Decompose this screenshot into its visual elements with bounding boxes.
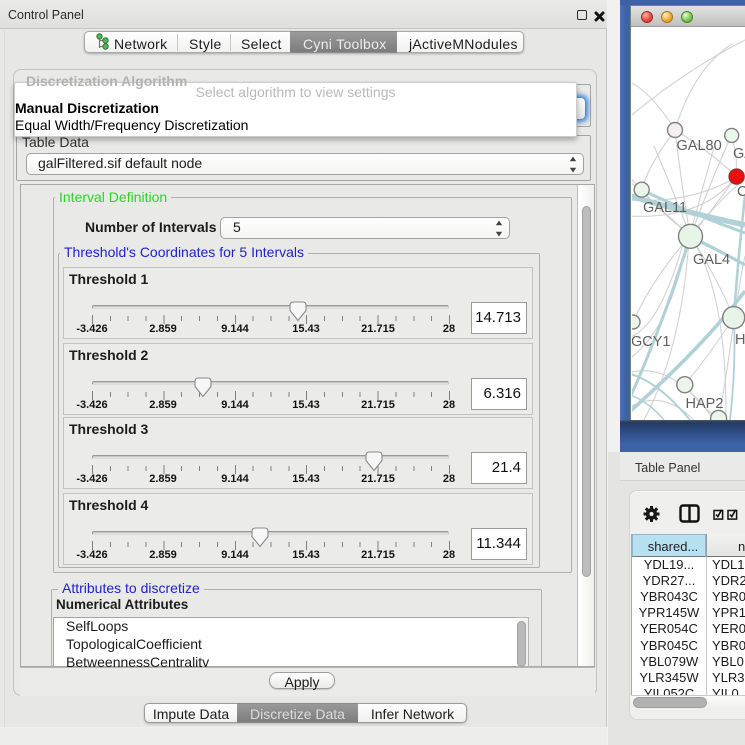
- svg-text:GA: GA: [733, 146, 745, 162]
- svg-text:GAL4: GAL4: [693, 252, 730, 268]
- svg-text:H: H: [735, 332, 745, 348]
- svg-text:GAL11: GAL11: [643, 200, 687, 216]
- svg-text:GAL80: GAL80: [677, 138, 722, 154]
- svg-text:GCY1: GCY1: [632, 334, 671, 350]
- svg-text:C: C: [737, 184, 745, 200]
- svg-text:HAP2: HAP2: [686, 396, 724, 412]
